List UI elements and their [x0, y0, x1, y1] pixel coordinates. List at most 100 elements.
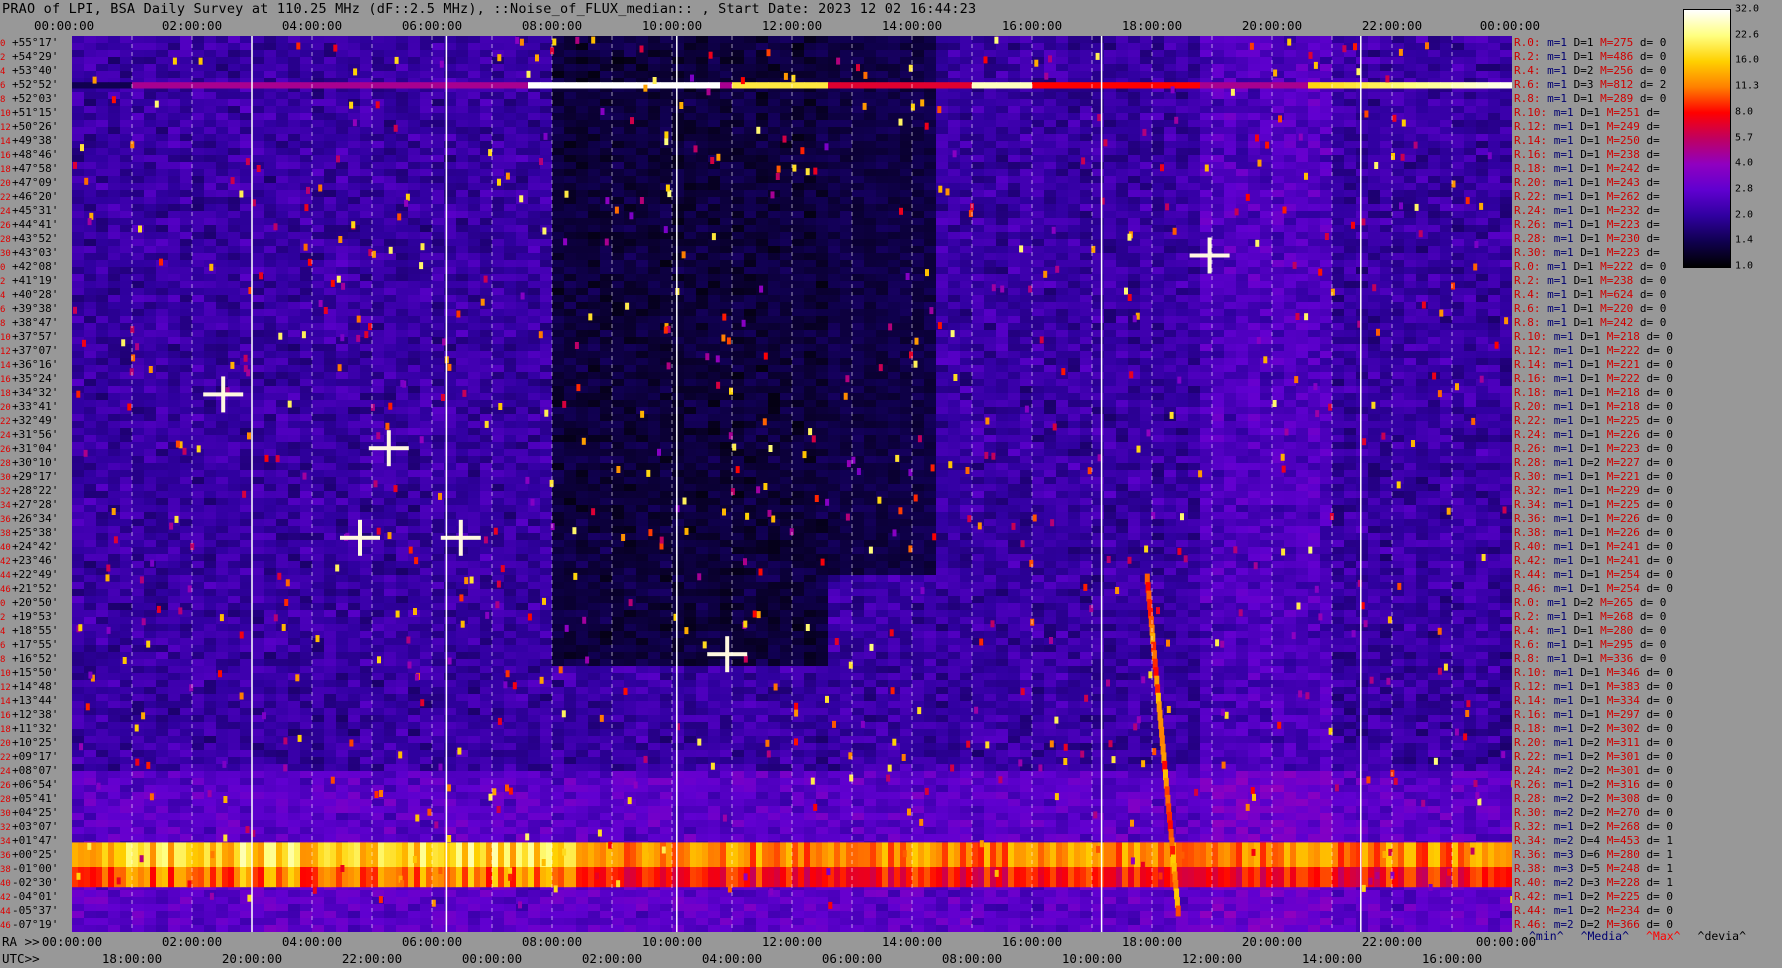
heat-cell [348, 232, 361, 240]
heat-cell [1308, 134, 1321, 142]
heat-cell [216, 260, 229, 268]
heat-cell [312, 120, 325, 128]
heat-cell [252, 36, 265, 44]
heat-cell [156, 281, 169, 289]
heat-cell [1332, 218, 1345, 226]
heat-cell [204, 288, 217, 296]
heat-cell [108, 274, 121, 282]
heat-cell [1056, 92, 1069, 100]
ray-index: 36 [0, 851, 11, 861]
heat-cell [660, 288, 673, 296]
heat-cell [276, 36, 289, 44]
heat-cell [1020, 302, 1033, 310]
top-axis-tick-label: 16:00:00 [1001, 18, 1063, 33]
declination-value: +03°07' [12, 820, 59, 833]
heat-cell [132, 281, 145, 289]
heat-cell [1128, 36, 1141, 44]
heat-cell [660, 281, 673, 289]
heat-cell [1248, 120, 1261, 128]
heat-cell [1236, 176, 1249, 184]
heat-cell [1152, 309, 1165, 317]
heat-cell [996, 43, 1009, 51]
heat-cell [1452, 253, 1465, 261]
heat-cell [1176, 36, 1189, 44]
heat-cell [336, 99, 349, 107]
heat-cell [1476, 50, 1489, 58]
heat-cell [96, 197, 109, 205]
heat-cell [864, 232, 877, 240]
heat-cell [1272, 155, 1285, 163]
declination-value: +04°25' [12, 806, 59, 819]
heat-cell [504, 176, 517, 184]
heat-cell [636, 141, 649, 149]
heat-cell [1164, 162, 1177, 170]
heat-cell [1212, 302, 1225, 310]
heat-cell [1308, 120, 1321, 128]
heat-cell [156, 288, 169, 296]
heat-cell [1332, 225, 1345, 233]
heat-cell [1020, 204, 1033, 212]
heat-cell [1476, 225, 1489, 233]
heat-cell [396, 183, 409, 191]
heat-cell [84, 288, 97, 296]
heat-cell [1404, 120, 1417, 128]
heat-cell [432, 267, 445, 275]
heat-cell [780, 120, 793, 128]
heat-cell [696, 176, 709, 184]
declination-label: 14+13°44' [0, 694, 58, 708]
heat-cell [348, 253, 361, 261]
heat-cell [696, 148, 709, 156]
heat-cell [312, 281, 325, 289]
heat-cell [612, 148, 625, 156]
declination-value: +52°52' [12, 78, 59, 91]
heat-cell [1368, 148, 1381, 156]
heat-cell [1308, 36, 1321, 44]
heat-cell [804, 106, 817, 114]
heat-cell [936, 141, 949, 149]
heat-cell [1296, 141, 1309, 149]
heat-cell [732, 162, 745, 170]
heat-cell [168, 162, 181, 170]
heat-cell [612, 155, 625, 163]
heat-cell [1164, 302, 1177, 310]
heat-cell [1416, 141, 1429, 149]
heat-cell [324, 218, 337, 226]
heat-cell [1332, 239, 1345, 247]
heat-cell [288, 183, 301, 191]
heat-cell [528, 260, 541, 268]
heat-cell [972, 260, 985, 268]
heat-cell [1392, 211, 1405, 219]
heat-cell [480, 71, 493, 79]
heat-cell [996, 239, 1009, 247]
heat-cell [564, 183, 577, 191]
heat-cell [360, 239, 373, 247]
heat-cell [1008, 260, 1021, 268]
heat-cell [780, 288, 793, 296]
heat-cell [72, 64, 85, 72]
heatmap-plot[interactable] [72, 36, 1512, 932]
heat-cell [564, 246, 577, 254]
heat-cell [1008, 281, 1021, 289]
heat-cell [1356, 267, 1369, 275]
heat-cell [324, 211, 337, 219]
heat-cell [132, 64, 145, 72]
heat-cell [816, 183, 829, 191]
heat-cell [240, 225, 253, 233]
heat-cell [1152, 155, 1165, 163]
heat-cell [468, 281, 481, 289]
heat-cell [804, 309, 817, 317]
heat-cell [996, 232, 1009, 240]
heat-cell [420, 211, 433, 219]
heat-cell [1260, 281, 1273, 289]
heat-cell [924, 183, 937, 191]
heat-cell [888, 71, 901, 79]
heat-cell [1236, 253, 1249, 261]
declination-label: 22+09°17' [0, 750, 58, 764]
heat-cell [1044, 197, 1057, 205]
heat-cell [612, 260, 625, 268]
heat-cell [612, 120, 625, 128]
declination-label: 10+51°15' [0, 106, 58, 120]
heat-cell [432, 120, 445, 128]
heat-cell [648, 197, 661, 205]
heat-cell [1476, 162, 1489, 170]
